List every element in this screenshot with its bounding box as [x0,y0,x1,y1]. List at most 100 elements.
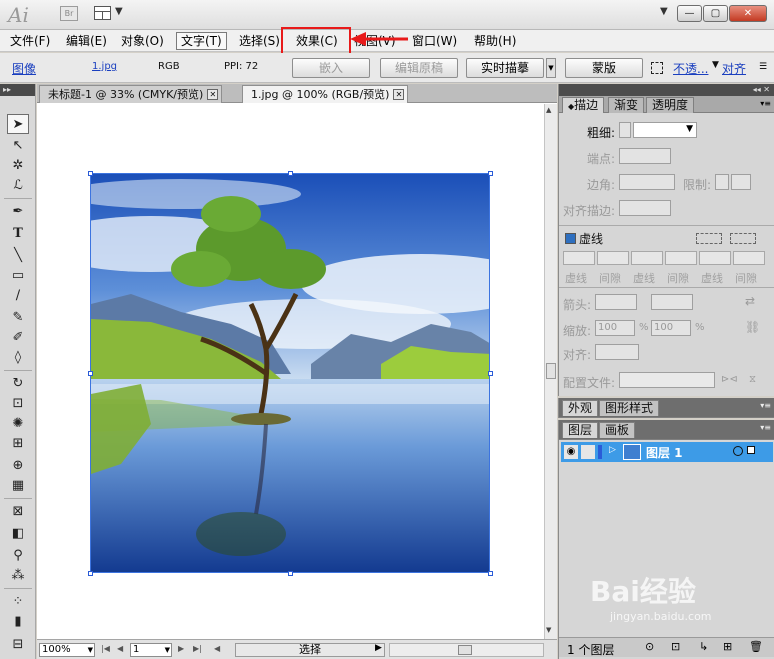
paintbrush-tool-icon[interactable]: ∕ [7,286,29,306]
gap-input-2[interactable] [665,251,697,265]
panel-menu-icon[interactable]: ▾≡ [760,423,771,432]
menu-help[interactable]: 帮助(H) [470,32,520,50]
vertical-scrollbar[interactable]: ▲ ▼ [544,104,557,639]
corner-style-buttons[interactable] [619,174,675,190]
tab-1-jpg[interactable]: 1.jpg @ 100% (RGB/预览) ✕ [242,85,409,103]
dash-input-1[interactable] [563,251,595,265]
eyedropper-tool-icon[interactable]: ⚲ [7,546,29,566]
start-scale-input[interactable]: 100 [595,320,635,336]
close-button[interactable]: ✕ [729,5,767,22]
selection-frame-icon[interactable] [651,62,663,74]
dash-input-2[interactable] [631,251,663,265]
gap-input-1[interactable] [597,251,629,265]
limit-stepper[interactable] [715,174,729,190]
align-link[interactable]: 对齐 [722,60,746,77]
artboard-number-select[interactable]: 1 ▼ [130,643,172,657]
menu-select[interactable]: 选择(S) [235,32,284,50]
blob-brush-tool-icon[interactable]: ✐ [7,328,29,348]
delete-layer-icon[interactable]: 🗑 [749,640,763,653]
bounding-box-handle[interactable] [488,371,493,376]
edit-original-button[interactable]: 编辑原稿 [380,58,458,78]
file-name-link[interactable]: 1.jpg [92,61,117,72]
scrollbar-thumb[interactable] [458,645,472,655]
close-tab-icon[interactable]: ✕ [393,89,405,100]
dash-input-3[interactable] [699,251,731,265]
column-graph-tool-icon[interactable]: ▮ [7,612,29,632]
dashed-line-checkbox[interactable] [565,233,576,244]
end-scale-input[interactable]: 100 [651,320,691,336]
dash-align-icon[interactable] [730,233,756,244]
target-icon[interactable] [733,446,743,456]
opacity-link[interactable]: 不透... [673,60,708,77]
previous-artboard-icon[interactable]: ◀ [117,644,123,653]
restore-button[interactable]: ▢ [703,5,728,22]
menu-edit[interactable]: 编辑(E) [62,32,111,50]
tools-panel-header[interactable]: ▸▸ [0,84,35,96]
new-layer-icon[interactable]: ⊞ [723,640,732,653]
bounding-box-handle[interactable] [88,571,93,576]
rectangle-tool-icon[interactable]: ▭ [7,266,29,286]
weight-stepper[interactable] [619,122,631,138]
blend-tool-icon[interactable]: ⁂ [7,566,29,586]
bridge-button[interactable]: Br [60,6,78,21]
tab-layers[interactable]: 图层 [562,422,599,438]
type-tool-icon[interactable]: T [7,224,29,244]
last-artboard-icon[interactable]: ▶| [193,644,202,653]
free-transform-tool-icon[interactable]: ⊞ [7,434,29,454]
embed-button[interactable]: 嵌入 [292,58,370,78]
gradient-tool-icon[interactable]: ◧ [7,524,29,544]
selection-tool-icon[interactable]: ➤ [7,114,29,134]
lasso-tool-icon[interactable]: ℒ [7,176,29,196]
flip-along-icon[interactable]: ⊳⊲ [721,374,738,385]
pen-tool-icon[interactable]: ✒ [7,202,29,222]
gap-input-3[interactable] [733,251,765,265]
zoom-level-select[interactable]: 100% ▼ [39,643,95,657]
rotate-tool-icon[interactable]: ↻ [7,374,29,394]
panel-group-header[interactable]: ◂◂ ✕ [559,84,774,96]
dash-preserve-icon[interactable] [696,233,722,244]
weight-select[interactable]: ▼ [633,122,697,138]
bounding-box-handle[interactable] [88,371,93,376]
scale-tool-icon[interactable]: ⊡ [7,394,29,414]
close-tab-icon[interactable]: ✕ [207,89,219,100]
perspective-grid-tool-icon[interactable]: ▦ [7,476,29,496]
new-sublayer-icon[interactable]: ↳ [699,640,708,653]
artboard-tool-icon[interactable]: ⊟ [7,635,29,655]
link-scale-icon[interactable]: ⛓ [745,320,760,334]
minimize-button[interactable]: — [677,5,702,22]
panel-menu-icon[interactable]: ▾≡ [760,401,771,410]
end-arrowhead-select[interactable] [651,294,693,310]
control-bar-menu-icon[interactable]: ☰ [759,62,767,72]
tab-transparency[interactable]: 透明度 [646,97,695,113]
bounding-box-handle[interactable] [288,171,293,176]
tab-stroke[interactable]: ◆描边 [562,97,605,113]
bounding-box-handle[interactable] [88,171,93,176]
direct-selection-tool-icon[interactable]: ↖ [7,136,29,156]
scroll-down-icon[interactable]: ▼ [546,626,551,634]
lock-toggle[interactable] [581,445,595,459]
horizontal-scrollbar[interactable] [389,643,544,657]
artboard-canvas[interactable] [37,104,544,639]
mask-button[interactable]: 蒙版 [565,58,643,78]
scrollbar-thumb[interactable] [546,363,556,379]
tab-graphic-styles[interactable]: 图形样式 [599,400,660,416]
tab-untitled-1[interactable]: 未标题-1 @ 33% (CMYK/预览) ✕ [39,85,223,103]
next-artboard-icon[interactable]: ▶ [178,644,184,653]
layer-name[interactable]: 图层 1 [646,444,683,461]
arrow-align-buttons[interactable] [595,344,639,360]
magic-wand-tool-icon[interactable]: ✲ [7,156,29,176]
locate-object-icon[interactable]: ⊙ [645,640,654,653]
menu-object[interactable]: 对象(O) [117,32,168,50]
symbol-sprayer-tool-icon[interactable]: ⁘ [7,592,29,612]
live-trace-button[interactable]: 实时描摹 [466,58,544,78]
expand-layer-icon[interactable]: ▷ [609,445,616,455]
mesh-tool-icon[interactable]: ⊠ [7,502,29,522]
placed-image[interactable] [90,173,490,573]
bounding-box-handle[interactable] [488,571,493,576]
bounding-box-handle[interactable] [488,171,493,176]
cap-style-buttons[interactable] [619,148,671,164]
live-trace-options-dropdown[interactable]: ▼ [546,58,556,78]
eraser-tool-icon[interactable]: ◊ [7,348,29,368]
flip-across-icon[interactable]: ⧖ [749,374,756,385]
panel-menu-icon[interactable]: ▾≡ [760,99,771,108]
